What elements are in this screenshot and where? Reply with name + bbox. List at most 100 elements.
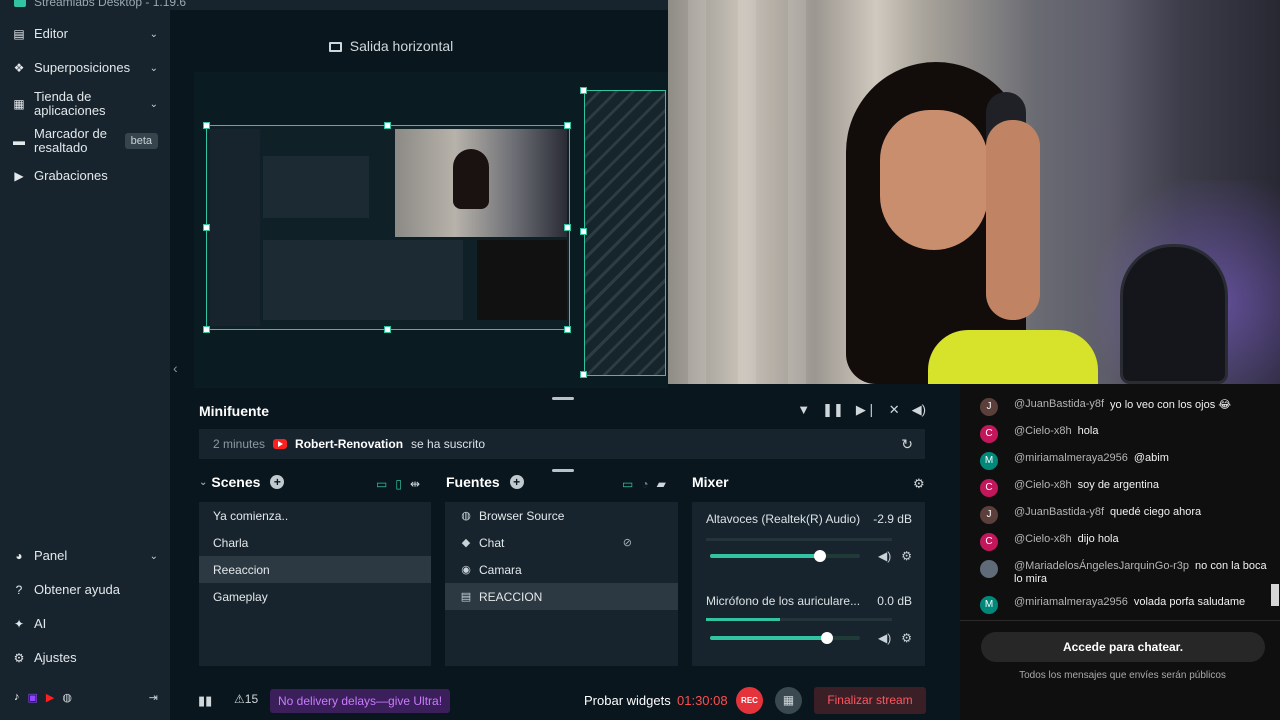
channel-controls: ◀) ⚙: [878, 549, 912, 563]
vertical-display-icon[interactable]: ▯: [395, 477, 402, 491]
hidden-source-region[interactable]: [584, 90, 666, 376]
volume-knob[interactable]: [820, 632, 833, 644]
mute-alerts-icon[interactable]: ✕: [889, 402, 900, 418]
stats-icon[interactable]: ▮▮: [198, 693, 212, 709]
filter-icon[interactable]: ▼: [797, 402, 810, 418]
chevron-down-icon: ⌄: [149, 28, 158, 40]
chevron-down-icon[interactable]: ⌄: [199, 477, 207, 488]
scene-transition-icon[interactable]: ⇹: [410, 477, 420, 491]
performance-alert[interactable]: ⚠15: [234, 692, 258, 706]
ultra-promo-link[interactable]: No delivery delays—give Ultra!: [270, 689, 451, 713]
youtube-icon[interactable]: ▶: [46, 691, 54, 704]
end-stream-button[interactable]: Finalizar stream: [814, 687, 926, 714]
source-item[interactable]: ◍ Browser Source: [445, 502, 678, 529]
resize-grip[interactable]: [552, 397, 574, 400]
chat-author[interactable]: @MariadelosÁngelesJarquinGo-r3p: [1014, 560, 1189, 572]
chat-author[interactable]: @Cielo-x8h: [1014, 533, 1072, 545]
sidebar-item-recordings[interactable]: ▶ Grabaciones: [0, 168, 170, 184]
sidebar-item-label: Superposiciones: [34, 60, 131, 75]
scene-label: Ya comienza..: [213, 508, 289, 523]
webcam-feed: [668, 0, 1280, 384]
sidebar-item-ai[interactable]: ✦ AI: [0, 616, 170, 632]
sidebar-item-editor[interactable]: ▤ Editor ⌄: [0, 27, 170, 42]
resize-handle[interactable]: [384, 326, 391, 333]
streamlabs-logo-icon: [14, 0, 26, 7]
hidden-eye-icon[interactable]: ⊘: [623, 536, 632, 549]
scene-item[interactable]: Gameplay: [199, 583, 431, 610]
store-icon: ▦: [13, 97, 25, 111]
source-item[interactable]: ◆ Chat ⊘: [445, 529, 678, 556]
pause-icon[interactable]: ❚❚: [822, 402, 844, 418]
sidebar-item-label: Obtener ayuda: [34, 582, 121, 597]
chat-author[interactable]: @Cielo-x8h: [1014, 425, 1072, 437]
chat-author[interactable]: @JuanBastida-y8f: [1014, 506, 1104, 518]
sidebar-item-overlays[interactable]: ❖ Superposiciones ⌄: [0, 60, 170, 76]
refresh-icon[interactable]: ↻: [901, 436, 913, 453]
chat-author[interactable]: @Cielo-x8h: [1014, 479, 1072, 491]
chat-author[interactable]: @miriamalmeraya2956: [1014, 452, 1128, 464]
chat-text: quedé ciego ahora: [1110, 506, 1202, 518]
skip-icon[interactable]: ▶❘: [856, 402, 877, 418]
source-item[interactable]: ◉ Camara: [445, 556, 678, 583]
sidebar-item-highlighter[interactable]: ▬ Marcador de resaltado beta: [0, 127, 170, 155]
sidebar-item-label: Grabaciones: [34, 168, 108, 183]
horizontal-display-icon[interactable]: ▭: [376, 477, 387, 491]
sidebar-item-help[interactable]: ? Obtener ayuda: [0, 582, 170, 598]
volume-knob[interactable]: [813, 550, 826, 562]
scene-item[interactable]: Ya comienza..: [199, 502, 431, 529]
collapse-sidebar-icon[interactable]: ⇥: [149, 691, 158, 704]
resize-handle[interactable]: [564, 224, 571, 231]
sign-in-to-chat-button[interactable]: Accede para chatear.: [981, 632, 1265, 662]
add-scene-button[interactable]: +: [270, 475, 285, 489]
chat-message: M @miriamalmeraya2956 volada porfa salud…: [980, 596, 1270, 614]
test-widgets-button[interactable]: Probar widgets: [584, 693, 671, 708]
avatar: M: [980, 596, 998, 614]
resize-handle[interactable]: [203, 224, 210, 231]
level-meter: [706, 538, 892, 541]
chevron-left-icon[interactable]: ‹: [173, 360, 178, 376]
gear-icon[interactable]: ⚙: [901, 549, 912, 563]
sidebar-item-settings[interactable]: ⚙ Ajustes: [0, 651, 170, 666]
chat-author[interactable]: @JuanBastida-y8f: [1014, 398, 1104, 410]
volume-icon[interactable]: ◀): [878, 549, 891, 563]
chat-author[interactable]: @miriamalmeraya2956: [1014, 596, 1128, 608]
record-button[interactable]: REC: [736, 687, 763, 714]
resize-handle[interactable]: [564, 122, 571, 129]
sidebar-item-label: AI: [34, 616, 47, 631]
source-item-selected[interactable]: ▤ REACCION: [445, 583, 678, 610]
selected-source-preview[interactable]: [206, 125, 570, 330]
nested-preview-canvas: [263, 156, 369, 218]
resize-grip[interactable]: [552, 469, 574, 472]
schedule-icon[interactable]: ▦: [775, 687, 802, 714]
resize-handle[interactable]: [580, 228, 587, 235]
resize-handle[interactable]: [203, 326, 210, 333]
sidebar-item-panel[interactable]: ◕ Panel ⌄: [0, 549, 170, 564]
add-folder-icon[interactable]: ▰: [657, 477, 666, 491]
tiktok-icon[interactable]: ♪: [14, 691, 20, 703]
resize-handle[interactable]: [564, 326, 571, 333]
sidebar-item-app-store[interactable]: ▦ Tienda de aplicaciones ⌄: [0, 90, 170, 118]
resize-handle[interactable]: [580, 87, 587, 94]
source-audio-icon[interactable]: ◔: [641, 477, 648, 491]
volume-slider[interactable]: [710, 550, 860, 562]
scene-item[interactable]: Charla: [199, 529, 431, 556]
channel-name: Altavoces (Realtek(R) Audio): [706, 512, 861, 526]
volume-slider[interactable]: [710, 632, 860, 644]
scene-item-selected[interactable]: Reeaccion: [199, 556, 431, 583]
resize-handle[interactable]: [384, 122, 391, 129]
globe-icon[interactable]: ◍: [62, 691, 72, 704]
source-display-icon[interactable]: ▭: [622, 477, 633, 491]
add-source-button[interactable]: +: [509, 475, 524, 489]
chat-text: soy de argentina: [1077, 479, 1159, 491]
chat-scrollbar[interactable]: [1271, 584, 1279, 606]
twitch-icon[interactable]: ▣: [28, 691, 38, 704]
volume-icon[interactable]: ◀): [878, 631, 891, 645]
resize-handle[interactable]: [203, 122, 210, 129]
mixer-settings-icon[interactable]: ⚙: [913, 476, 925, 492]
resize-handle[interactable]: [580, 371, 587, 378]
monitor-icon: [328, 42, 342, 52]
gear-icon[interactable]: ⚙: [901, 631, 912, 645]
chat-message: J @JuanBastida-y8f yo lo veo con los ojo…: [980, 398, 1270, 416]
chat-message: C @Cielo-x8h hola: [980, 425, 1270, 443]
volume-icon[interactable]: ◀): [912, 402, 926, 418]
